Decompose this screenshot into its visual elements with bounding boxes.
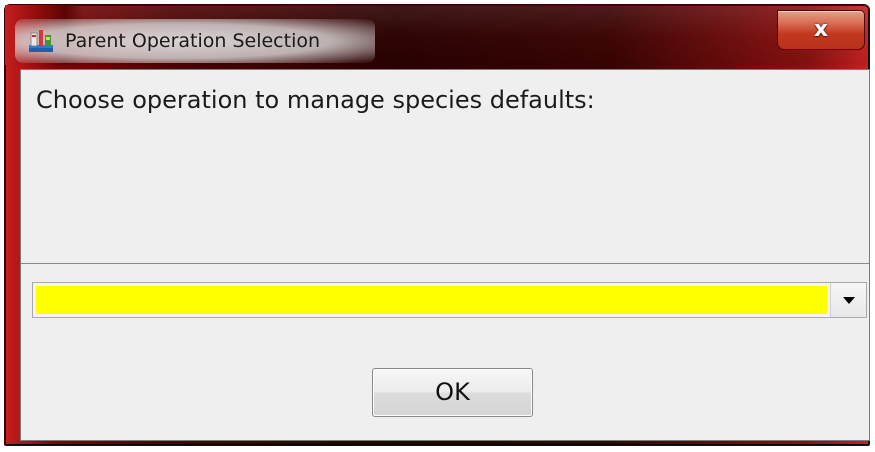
window-title: Parent Operation Selection [65, 30, 321, 52]
dropdown-arrow-button[interactable] [830, 283, 866, 317]
java-app-icon [28, 29, 54, 53]
divider [21, 263, 869, 264]
close-button[interactable]: x [777, 10, 865, 50]
operation-select-field[interactable] [36, 286, 827, 314]
operation-select[interactable] [32, 282, 867, 318]
ok-button[interactable]: OK [372, 368, 533, 417]
dialog-window: Parent Operation Selection x Choose oper… [4, 4, 870, 446]
dialog-body: Choose operation to manage species defau… [20, 69, 870, 441]
dropdown-arrow-icon [842, 297, 855, 304]
title-bar[interactable]: Parent Operation Selection x [5, 5, 869, 65]
prompt-label: Choose operation to manage species defau… [36, 86, 595, 114]
close-icon: x [813, 17, 829, 42]
